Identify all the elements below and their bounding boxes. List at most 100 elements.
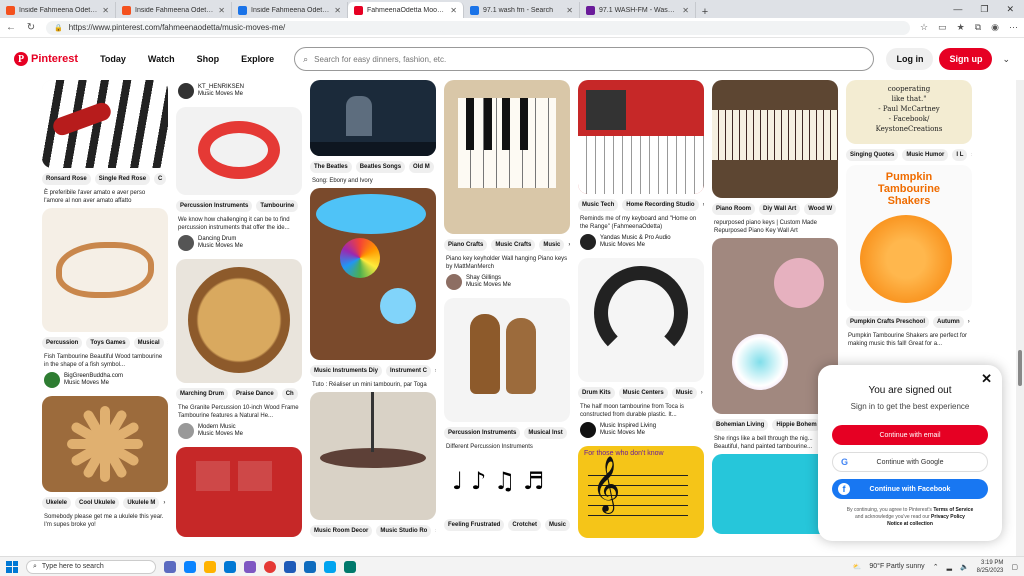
pin-image[interactable] — [176, 447, 302, 537]
vertical-scrollbar[interactable] — [1016, 80, 1024, 556]
signup-button[interactable]: Sign up — [939, 48, 993, 70]
pin-tag[interactable]: Music Room Decor — [310, 525, 373, 537]
skype-icon[interactable] — [324, 560, 336, 573]
edge-icon[interactable] — [184, 560, 196, 573]
more-icon[interactable]: ⋯ — [1009, 22, 1018, 33]
nav-explore[interactable]: Explore — [233, 48, 282, 70]
pin-card[interactable]: Music Instruments DiyInstrument C› Tuto :… — [310, 188, 436, 389]
pin-tag[interactable]: Wood W — [804, 203, 837, 215]
chevron-up-icon[interactable]: ⌃ — [933, 563, 939, 571]
pin-card[interactable]: Ronsard RoseSingle Red RoseC› È preferibi… — [42, 80, 168, 205]
pin-image[interactable]: cooperating like that." - Paul McCartney - … — [846, 80, 972, 144]
pin-tag[interactable]: Toys Games — [86, 337, 130, 349]
pin-image[interactable] — [444, 298, 570, 422]
pin-tag[interactable]: Music Humor — [902, 149, 949, 161]
pin-card[interactable]: PercussionToys GamesMusical› Fish Tambour… — [42, 208, 168, 388]
pin-card[interactable]: The BeatlesBeatles SongsOld M› Song: Ebon… — [310, 80, 436, 185]
pin-image[interactable]: Pumpkin Tambourine Shakers — [846, 165, 972, 311]
chevron-right-icon[interactable]: › — [163, 497, 165, 509]
pin-author[interactable]: KT_HENRIKSEN Music Moves Me — [178, 83, 300, 99]
pin-card[interactable]: Piano RoomDiy Wall ArtWood W› repurposed … — [712, 80, 838, 235]
url-field[interactable]: 🔒 https://www.pinterest.com/fahmeenaodet… — [46, 20, 911, 35]
chevron-right-icon[interactable]: › — [971, 149, 972, 161]
pin-tag[interactable]: Bohemian Living — [712, 419, 769, 431]
outlook-icon[interactable] — [304, 560, 316, 573]
pin-author[interactable]: BigGreenBuddha.com Music Moves Me — [44, 372, 166, 388]
pin-tag[interactable]: Home Recording Studio — [622, 199, 699, 211]
profile-icon[interactable]: ◉ — [991, 22, 999, 33]
pin-author[interactable]: Shay Gillings Music Moves Me — [446, 274, 568, 290]
pin-card[interactable]: Pumpkin Tambourine Shakers Pumpkin Crafts P… — [846, 165, 972, 348]
pin-tag[interactable]: Beatles Songs — [355, 161, 406, 173]
pin-author[interactable]: Dancing Drum Music Moves Me — [178, 235, 300, 251]
pin-image[interactable] — [42, 396, 168, 492]
pin-tag[interactable]: Piano Crafts — [444, 239, 488, 251]
pin-author[interactable]: Music Inspired Living Music Moves Me — [580, 422, 702, 438]
volume-icon[interactable]: 🔈 — [960, 563, 969, 571]
pin-tag[interactable]: Crotchet — [508, 519, 542, 531]
browser-tab[interactable]: Inside Fahmeena Odetta's Head ✕ — [0, 2, 116, 18]
pin-image[interactable] — [310, 392, 436, 520]
chrome-icon[interactable] — [264, 560, 276, 573]
close-icon[interactable]: ✕ — [566, 6, 573, 15]
pin-card[interactable]: Music Room DecorMusic Studio Ro› — [310, 392, 436, 537]
chevron-right-icon[interactable]: › — [435, 525, 436, 537]
close-icon[interactable]: ✕ — [102, 6, 109, 15]
pin-tag[interactable]: Percussion — [42, 337, 83, 349]
pin-card[interactable]: Ukelele Cool Ukulele Ukulele M › Somebody pl… — [42, 396, 168, 529]
reload-icon[interactable]: ↻ — [26, 22, 36, 33]
back-icon[interactable]: ← — [6, 22, 16, 33]
pin-tag[interactable]: Tambourine — [256, 200, 299, 212]
pin-tag[interactable]: Praise Dance — [232, 388, 278, 400]
pin-tag[interactable]: Pumpkin Crafts Preschool — [846, 316, 930, 328]
pin-tag[interactable]: Diy Wall Art — [759, 203, 801, 215]
pin-tag[interactable]: Marching Drum — [176, 388, 229, 400]
chevron-right-icon[interactable]: › — [703, 199, 704, 211]
terms-link[interactable]: Terms of Service — [933, 507, 973, 513]
pin-tag[interactable]: Autumn — [933, 316, 964, 328]
login-button[interactable]: Log in — [886, 48, 934, 70]
pin-image[interactable] — [712, 80, 838, 198]
pin-card[interactable]: Marching DrumPraise DanceCh› The Granite … — [176, 259, 302, 439]
pin-tag[interactable]: Musical Inst — [524, 427, 567, 439]
file-explorer-icon[interactable] — [204, 560, 216, 573]
close-window-icon[interactable]: ✕ — [1006, 4, 1014, 15]
nav-shop[interactable]: Shop — [189, 48, 228, 70]
minimize-icon[interactable]: — — [953, 4, 962, 14]
pin-tag[interactable]: Music Instruments Diy — [310, 365, 383, 377]
pin-tag[interactable]: Single Red Rose — [94, 173, 151, 185]
pin-tag[interactable]: Music Centers — [618, 387, 668, 399]
pin-tag[interactable]: Percussion Instruments — [176, 200, 253, 212]
new-tab-button[interactable]: + — [696, 6, 714, 18]
pin-author[interactable]: Yandas Music & Pro Audio Music Moves Me — [580, 234, 702, 250]
pin-image[interactable] — [444, 80, 570, 234]
star-icon[interactable]: ☆ — [920, 22, 928, 33]
network-icon[interactable]: ▂ — [947, 563, 952, 571]
continue-with-email-button[interactable]: Continue with email — [832, 425, 988, 445]
maximize-icon[interactable]: ❐ — [980, 4, 988, 15]
notice-link[interactable]: Notice at collection — [887, 521, 933, 527]
pin-image[interactable] — [42, 208, 168, 332]
pin-tag[interactable]: Ukulele M — [123, 497, 160, 509]
favorites-icon[interactable]: ★ — [957, 22, 965, 33]
browser-tab[interactable]: FahmeenaOdetta Moore (fahme ✕ — [348, 2, 464, 18]
pin-tag[interactable]: Percussion Instruments — [444, 427, 521, 439]
pin-card[interactable]: KT_HENRIKSEN Music Moves Me — [176, 83, 302, 99]
split-screen-icon[interactable]: ▭ — [938, 22, 947, 33]
clock[interactable]: 3:19 PM 8/25/2023 — [977, 559, 1004, 575]
scrollbar-thumb[interactable] — [1018, 350, 1022, 386]
pin-tag[interactable]: Ronsard Rose — [42, 173, 91, 185]
pin-image[interactable] — [578, 258, 704, 382]
pin-card[interactable]: Percussion InstrumentsMusical Inst› Diffe… — [444, 298, 570, 451]
search-bar[interactable]: ⌕ — [294, 47, 875, 71]
pin-image[interactable] — [310, 80, 436, 156]
pin-card[interactable] — [176, 447, 302, 537]
chevron-down-icon[interactable]: ⌄ — [1002, 54, 1010, 65]
pin-tag[interactable]: Music — [539, 239, 565, 251]
pin-tag[interactable]: Drum Kits — [578, 387, 615, 399]
pin-author[interactable]: Modern Music Music Moves Me — [178, 423, 300, 439]
pin-tag[interactable]: Music Tech — [578, 199, 619, 211]
pin-image[interactable] — [578, 80, 704, 194]
browser-tab[interactable]: 97.1 WASH-FM - Washington ✕ — [580, 2, 696, 18]
pin-tag[interactable]: Music — [545, 519, 570, 531]
